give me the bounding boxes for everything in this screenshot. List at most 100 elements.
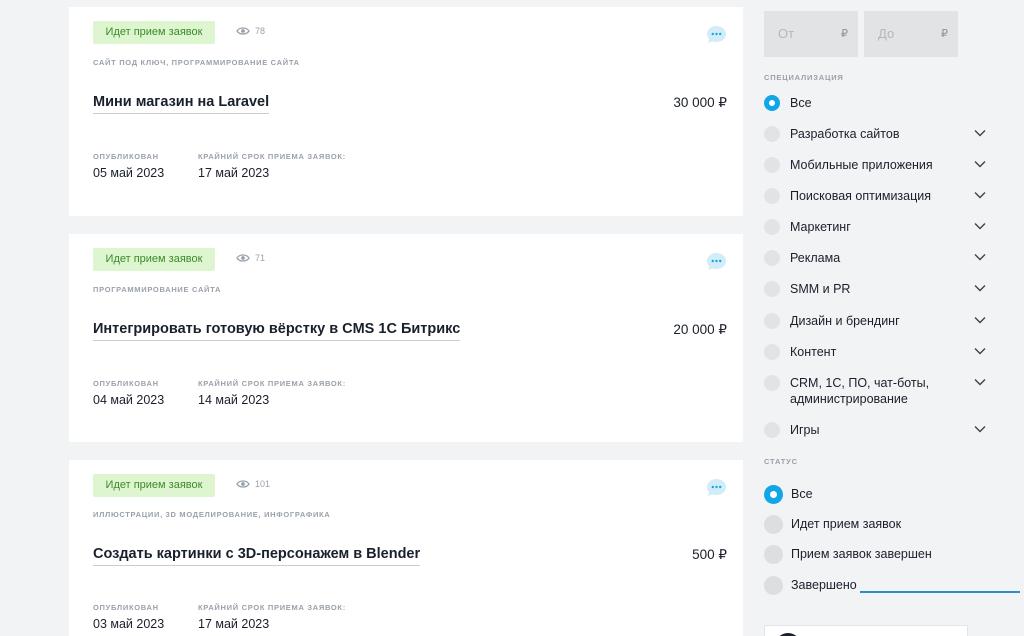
currency-symbol: ₽: [841, 28, 848, 40]
accent-divider: [860, 591, 1020, 593]
eye-icon: [236, 254, 250, 262]
radio-icon[interactable]: [764, 219, 780, 235]
deadline-date: 17 май 2023: [198, 617, 270, 631]
views-counter: 101: [236, 479, 270, 489]
currency-symbol: ₽: [941, 28, 948, 40]
order-categories: Программирование сайта: [93, 285, 222, 294]
specialization-option-marketing[interactable]: Маркетинг: [764, 219, 986, 235]
budget-to-input[interactable]: До ₽: [864, 11, 958, 57]
specialization-heading: Специализация: [764, 73, 844, 82]
radio-icon[interactable]: [764, 157, 780, 173]
status-badge: Идет прием заявок: [93, 248, 215, 271]
chevron-down-icon[interactable]: [974, 347, 986, 355]
deadline-label: Крайний срок приема заявок:: [198, 603, 346, 612]
deadline-date: 17 май 2023: [198, 166, 270, 180]
deadline-label: Крайний срок приема заявок:: [198, 379, 346, 388]
published-label: Опубликован: [93, 152, 159, 161]
option-label: Маркетинг: [790, 220, 851, 234]
option-label: Прием заявок завершен: [791, 547, 932, 561]
option-label: Разработка сайтов: [790, 127, 900, 141]
specialization-option-all[interactable]: Все: [764, 95, 986, 111]
published-label: Опубликован: [93, 603, 159, 612]
views-count: 71: [255, 253, 266, 263]
specialization-option-crm[interactable]: CRM, 1С, ПО, чат-боты, администрирование: [764, 375, 986, 407]
status-option-accepting[interactable]: Идет прием заявок: [764, 515, 986, 534]
radio-icon[interactable]: [764, 313, 780, 329]
deadline-date: 14 май 2023: [198, 393, 270, 407]
status-heading: Статус: [764, 457, 798, 466]
published-label: Опубликован: [93, 379, 159, 388]
option-label: Мобильные приложения: [790, 158, 933, 172]
order-price: 30 000 ₽: [673, 95, 727, 110]
order-price: 500 ₽: [692, 547, 727, 562]
chevron-down-icon[interactable]: [974, 284, 986, 292]
option-label: Игры: [790, 423, 820, 437]
radio-icon[interactable]: [764, 515, 783, 534]
status-badge: Идет прием заявок: [93, 474, 215, 497]
views-counter: 78: [236, 26, 265, 36]
radio-icon[interactable]: [764, 422, 780, 438]
order-title-link[interactable]: Мини магазин на Laravel: [93, 93, 270, 114]
views-count: 101: [255, 479, 271, 489]
published-date: 03 май 2023: [93, 617, 165, 631]
option-label: CRM, 1С, ПО, чат-боты, администрирование: [790, 376, 930, 406]
order-categories: Иллюстрации, 3D моделирование, инфографи…: [93, 510, 331, 519]
radio-selected-icon[interactable]: [764, 485, 783, 504]
filter-sidebar: От ₽ До ₽ Специализация Все Разработка с…: [764, 0, 1004, 636]
chevron-down-icon[interactable]: [974, 222, 986, 230]
status-badge: Идет прием заявок: [93, 21, 215, 44]
specialization-option-seo[interactable]: Поисковая оптимизация: [764, 188, 986, 204]
option-label: Все: [790, 96, 812, 110]
chat-bubble-icon[interactable]: [706, 25, 727, 44]
eye-icon: [236, 480, 250, 488]
radio-icon[interactable]: [764, 250, 780, 266]
chevron-down-icon[interactable]: [974, 316, 986, 324]
order-card[interactable]: Идет прием заявок 71 Программирование са…: [69, 234, 743, 442]
radio-icon[interactable]: [764, 281, 780, 297]
specialization-option-ads[interactable]: Реклама: [764, 250, 986, 266]
radio-selected-icon[interactable]: [764, 95, 780, 111]
order-title-link[interactable]: Создать картинки с 3D-персонажем в Blend…: [93, 545, 421, 566]
chevron-down-icon[interactable]: [974, 425, 986, 433]
specialization-option-design[interactable]: Дизайн и брендинг: [764, 313, 986, 329]
specialization-option-mobile[interactable]: Мобильные приложения: [764, 157, 986, 173]
eye-icon: [236, 27, 250, 35]
status-option-all[interactable]: Все: [764, 485, 986, 504]
radio-icon[interactable]: [764, 545, 783, 564]
radio-icon[interactable]: [764, 375, 780, 391]
chevron-down-icon[interactable]: [974, 129, 986, 137]
published-date: 05 май 2023: [93, 166, 165, 180]
option-label: Поисковая оптимизация: [790, 189, 932, 203]
budget-from-placeholder: От: [778, 26, 795, 41]
views-count: 78: [255, 26, 266, 36]
radio-icon[interactable]: [764, 344, 780, 360]
chevron-down-icon[interactable]: [974, 160, 986, 168]
chat-bubble-icon[interactable]: [706, 252, 727, 271]
deadline-label: Крайний срок приема заявок:: [198, 152, 346, 161]
chevron-down-icon[interactable]: [974, 253, 986, 261]
specialization-option-content[interactable]: Контент: [764, 344, 986, 360]
option-label: Дизайн и брендинг: [790, 314, 900, 328]
order-categories: Сайт под ключ, Программирование сайта: [93, 58, 300, 67]
specialization-option-smm[interactable]: SMM и PR: [764, 281, 986, 297]
option-label: Идет прием заявок: [791, 517, 902, 531]
status-option-closed[interactable]: Прием заявок завершен: [764, 545, 986, 564]
sidebar-bottom-card: [764, 625, 968, 636]
order-title-link[interactable]: Интегрировать готовую вёрстку в CMS 1С Б…: [93, 320, 461, 341]
order-price: 20 000 ₽: [673, 322, 727, 337]
option-label: Реклама: [790, 251, 841, 265]
specialization-option-web[interactable]: Разработка сайтов: [764, 126, 986, 142]
chevron-down-icon[interactable]: [974, 378, 986, 386]
option-label: SMM и PR: [790, 282, 851, 296]
specialization-option-games[interactable]: Игры: [764, 422, 986, 438]
order-card[interactable]: Идет прием заявок 101 Иллюстрации, 3D мо…: [69, 460, 743, 636]
order-card[interactable]: Идет прием заявок 78 Сайт под ключ, Прог…: [69, 7, 743, 216]
chevron-down-icon[interactable]: [974, 191, 986, 199]
budget-from-input[interactable]: От ₽: [764, 11, 858, 57]
radio-icon[interactable]: [764, 126, 780, 142]
radio-icon[interactable]: [764, 188, 780, 204]
radio-icon[interactable]: [764, 576, 783, 595]
budget-to-placeholder: До: [878, 26, 895, 41]
chat-bubble-icon[interactable]: [706, 478, 727, 497]
published-date: 04 май 2023: [93, 393, 165, 407]
